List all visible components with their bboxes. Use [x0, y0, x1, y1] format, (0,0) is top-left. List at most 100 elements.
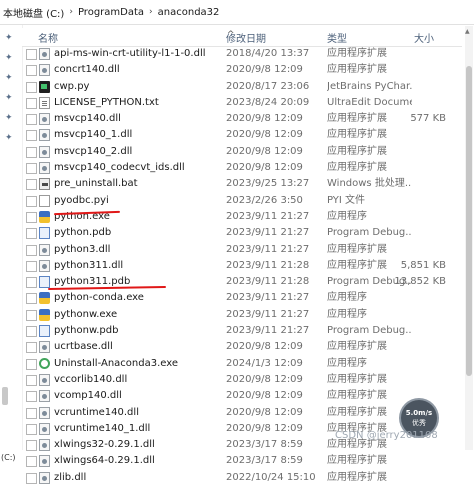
row-checkbox[interactable] — [26, 277, 37, 289]
pin-icon[interactable]: ✦ — [5, 73, 13, 83]
pin-icon[interactable]: ✦ — [5, 33, 13, 43]
uninst-file-icon — [39, 357, 50, 369]
breadcrumb-anaconda32[interactable]: anaconda32 — [155, 7, 223, 18]
file-row[interactable]: python.pdb 2023/9/11 21:27 Program Debug..… — [22, 225, 462, 241]
file-date: 2023/9/11 21:27 — [226, 243, 310, 255]
file-list: api-ms-win-crt-utility-l1-1-0.dll 2018/4/… — [22, 46, 462, 486]
column-size[interactable]: 大小 — [414, 30, 434, 45]
file-row[interactable]: vcomp140.dll 2020/9/8 12:09 应用程序扩展 — [22, 388, 462, 404]
file-name: python-conda.exe — [54, 292, 144, 304]
row-checkbox[interactable] — [26, 293, 37, 305]
file-row[interactable]: api-ms-win-crt-utility-l1-1-0.dll 2018/4/… — [22, 46, 462, 62]
row-checkbox[interactable] — [26, 97, 37, 109]
file-name: msvcp140_1.dll — [54, 129, 133, 141]
row-checkbox[interactable] — [26, 423, 37, 435]
file-name: msvcp140_2.dll — [54, 145, 133, 157]
file-row[interactable]: python311.dll 2023/9/11 21:28 应用程序扩展 5,851 … — [22, 258, 462, 274]
row-checkbox[interactable] — [26, 195, 37, 207]
row-checkbox[interactable] — [26, 65, 37, 77]
nav-scrollbar[interactable] — [2, 387, 8, 405]
column-type[interactable]: 类型 — [327, 30, 347, 45]
pin-icon[interactable]: ✦ — [5, 113, 13, 123]
row-checkbox[interactable] — [26, 81, 37, 93]
file-row[interactable]: msvcp140.dll 2020/9/8 12:09 应用程序扩展 577 KB — [22, 111, 462, 127]
file-row[interactable]: xlwings64-0.29.1.dll 2023/3/17 8:59 应用程序扩展 — [22, 453, 462, 469]
file-row[interactable]: msvcp140_2.dll 2020/9/8 12:09 应用程序扩展 — [22, 144, 462, 160]
file-row[interactable]: zlib.dll 2022/10/24 15:10 应用程序扩展 — [22, 470, 462, 486]
pin-icon[interactable]: ✦ — [5, 133, 13, 143]
file-row[interactable]: msvcp140_codecvt_ids.dll 2020/9/8 12:09 应用… — [22, 160, 462, 176]
exe-file-icon — [39, 292, 50, 305]
file-type: JetBrains PyChar... — [327, 80, 412, 92]
file-date: 2020/9/8 12:09 — [226, 373, 303, 385]
file-row[interactable]: pre_uninstall.bat 2023/9/25 13:27 Windows … — [22, 176, 462, 192]
row-checkbox[interactable] — [26, 342, 37, 354]
row-checkbox[interactable] — [26, 407, 37, 419]
row-checkbox[interactable] — [26, 228, 37, 240]
file-name: vcomp140.dll — [54, 390, 122, 402]
row-checkbox[interactable] — [26, 472, 37, 484]
file-row[interactable]: python3.dll 2023/9/11 21:27 应用程序扩展 — [22, 242, 462, 258]
column-name[interactable]: 名称 — [38, 30, 58, 45]
row-checkbox[interactable] — [26, 309, 37, 321]
column-date[interactable]: 修改日期 — [226, 30, 266, 45]
dll-file-icon — [39, 64, 50, 77]
file-date: 2023/9/11 21:27 — [226, 227, 310, 239]
file-row[interactable]: Uninstall-Anaconda3.exe 2024/1/3 12:09 应用程… — [22, 356, 462, 372]
row-checkbox[interactable] — [26, 358, 37, 370]
row-checkbox[interactable] — [26, 456, 37, 468]
file-row[interactable]: pythonw.pdb 2023/9/11 21:27 Program Debug.… — [22, 323, 462, 339]
file-type: 应用程序扩展 — [327, 129, 387, 141]
scroll-up-arrow-icon[interactable]: ▲ — [465, 28, 470, 35]
file-type: 应用程序扩展 — [327, 162, 387, 174]
pin-icon[interactable]: ✦ — [5, 53, 13, 63]
nav-drive-label[interactable]: (C:) — [1, 453, 16, 462]
row-checkbox[interactable] — [26, 211, 37, 223]
file-row[interactable]: cwp.py 2020/8/17 23:06 JetBrains PyChar... — [22, 79, 462, 95]
row-checkbox[interactable] — [26, 260, 37, 272]
file-date: 2023/9/11 21:27 — [226, 325, 310, 337]
row-checkbox[interactable] — [26, 326, 37, 338]
breadcrumb-programdata[interactable]: ProgramData — [75, 7, 147, 18]
breadcrumb-drive[interactable]: 本地磁盘 (C:) — [0, 5, 67, 20]
file-file-icon — [39, 194, 50, 207]
file-row[interactable]: pyodbc.pyi 2023/2/26 3:50 PYI 文件 — [22, 193, 462, 209]
file-date: 2023/2/26 3:50 — [226, 194, 303, 206]
pin-icon[interactable]: ✦ — [5, 93, 13, 103]
file-type: 应用程序扩展 — [327, 243, 387, 255]
row-checkbox[interactable] — [26, 130, 37, 142]
dll-file-icon — [39, 145, 50, 158]
row-checkbox[interactable] — [26, 391, 37, 403]
navigation-pane[interactable]: ✦ ✦ ✦ ✦ ✦ ✦ (C:) — [0, 25, 23, 462]
file-name: cwp.py — [54, 80, 90, 92]
file-type: UltraEdit Document — [327, 96, 412, 108]
dll-file-icon — [39, 439, 50, 452]
row-checkbox[interactable] — [26, 244, 37, 256]
file-row[interactable]: pythonw.exe 2023/9/11 21:27 应用程序 — [22, 307, 462, 323]
file-row[interactable]: msvcp140_1.dll 2020/9/8 12:09 应用程序扩展 — [22, 127, 462, 143]
file-name: api-ms-win-crt-utility-l1-1-0.dll — [54, 48, 206, 59]
scrollbar-thumb[interactable] — [466, 66, 472, 376]
vertical-scrollbar[interactable]: ▲ — [465, 26, 473, 450]
row-checkbox[interactable] — [26, 49, 37, 60]
file-name: python.pdb — [54, 227, 112, 239]
file-type: 应用程序扩展 — [327, 259, 387, 271]
row-checkbox[interactable] — [26, 440, 37, 452]
file-type: 应用程序 — [327, 292, 367, 304]
file-row[interactable]: python-conda.exe 2023/9/11 21:27 应用程序 — [22, 290, 462, 306]
row-checkbox[interactable] — [26, 146, 37, 158]
row-checkbox[interactable] — [26, 163, 37, 175]
address-bar[interactable]: 本地磁盘 (C:) › ProgramData › anaconda32 — [0, 0, 474, 25]
file-row[interactable]: LICENSE_PYTHON.txt 2023/8/24 20:09 UltraEd… — [22, 95, 462, 111]
file-type: 应用程序扩展 — [327, 145, 387, 157]
file-size: 577 KB — [410, 113, 446, 125]
file-row[interactable]: concrt140.dll 2020/9/8 12:09 应用程序扩展 — [22, 62, 462, 78]
row-checkbox[interactable] — [26, 179, 37, 191]
file-row[interactable]: vcruntime140.dll 2020/9/8 12:09 应用程序扩展 — [22, 405, 462, 421]
file-row[interactable]: ucrtbase.dll 2020/9/8 12:09 应用程序扩展 — [22, 339, 462, 355]
file-row[interactable]: vccorlib140.dll 2020/9/8 12:09 应用程序扩展 — [22, 372, 462, 388]
row-checkbox[interactable] — [26, 374, 37, 386]
dll-file-icon — [39, 422, 50, 435]
row-checkbox[interactable] — [26, 114, 37, 126]
dll-file-icon — [39, 129, 50, 142]
